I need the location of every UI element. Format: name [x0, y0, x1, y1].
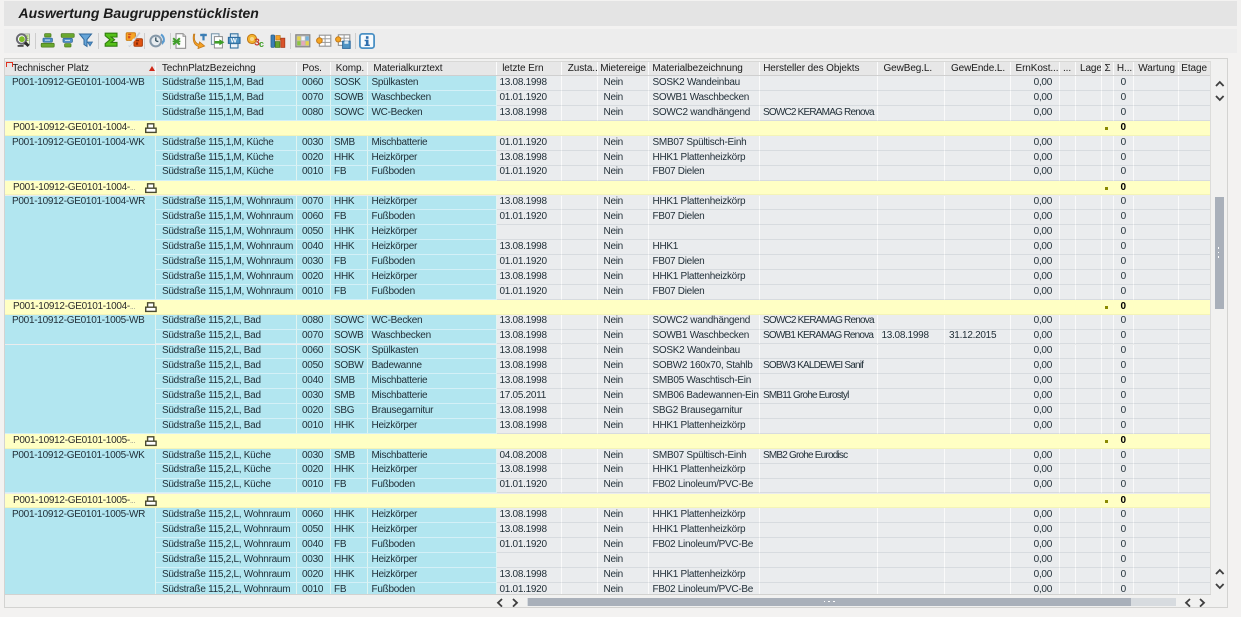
- svg-text:c: c: [259, 39, 264, 49]
